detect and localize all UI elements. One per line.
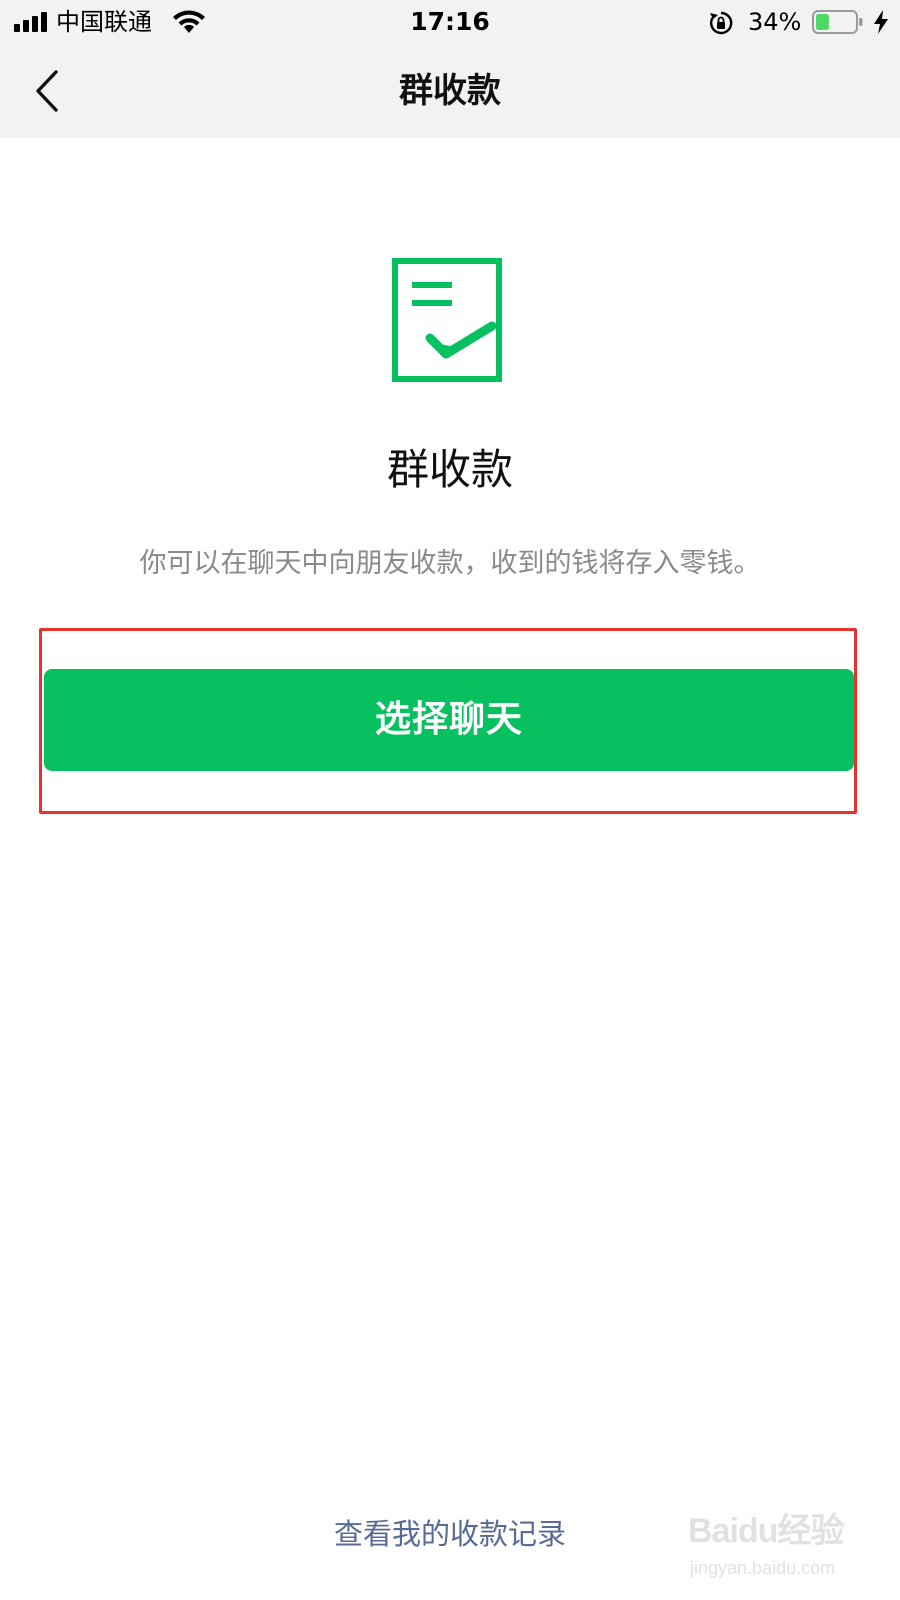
nav-title: 群收款 [399,71,501,111]
page-description: 你可以在聊天中向朋友收款，收到的钱将存入零钱。 [139,548,761,579]
orientation-lock-icon [709,11,733,35]
baidu-jingyan-watermark: Baidu经验 jingyan.baidu.com [688,1502,888,1592]
nav-bar: 群收款 [0,44,900,138]
watermark-logo: Baidu经验 [688,1512,844,1550]
battery-icon [812,10,863,34]
charging-bolt-icon [874,10,888,34]
select-chat-button[interactable]: 选择聊天 [44,669,854,771]
top-area: 中国联通 17:16 34% 群收款 [0,0,900,138]
battery-percentage: 34% [748,8,802,36]
screen: 中国联通 17:16 34% 群收款 群收款 你可以在聊天中向朋友收款，收到的钱… [0,0,900,1600]
status-bar: 中国联通 17:16 34% [0,0,900,44]
watermark-url: jingyan.baidu.com [690,1558,836,1578]
receipt-check-icon [392,258,502,382]
page-heading: 群收款 [386,445,513,494]
